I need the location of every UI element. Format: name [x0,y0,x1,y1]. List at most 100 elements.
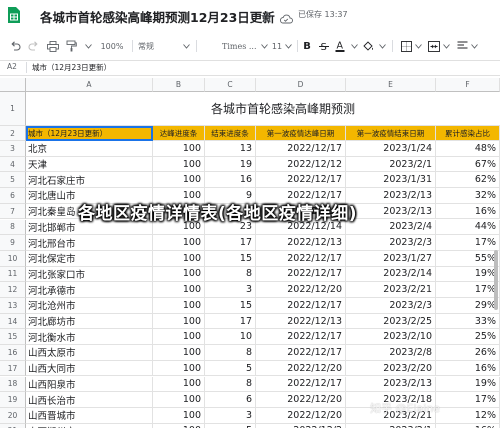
city-cell[interactable]: 山西朔州市 [26,423,153,428]
data-cell[interactable]: 100 [153,141,205,157]
data-cell[interactable]: 2023/2/21 [346,282,436,298]
city-cell[interactable]: 河北承德市 [26,282,153,298]
data-cell[interactable]: 12% [436,407,500,424]
header-cell[interactable]: 达峰进度条 [153,126,205,141]
data-cell[interactable]: 17% [436,235,500,251]
align-icon[interactable] [456,38,468,54]
row-header[interactable]: 20 [0,407,26,424]
row-header[interactable]: 17 [0,360,26,377]
row-header[interactable]: 19 [0,392,26,408]
data-cell[interactable]: 2023/2/13 [346,188,436,204]
data-cell[interactable]: 2023/2/25 [346,313,436,330]
zoom-select[interactable]: 100% [97,38,127,54]
city-cell[interactable]: 河北邢台市 [26,235,153,251]
city-cell[interactable]: 山西长治市 [26,392,153,408]
row-header[interactable]: 5 [0,172,26,189]
column-header-d[interactable]: D [256,78,346,92]
row-header[interactable]: 4 [0,156,26,173]
data-cell[interactable]: 2023/2/14 [346,266,436,283]
data-cell[interactable]: 2023/1/31 [346,172,436,189]
data-cell[interactable]: 19% [436,266,500,283]
data-cell[interactable]: 13 [205,141,256,157]
data-cell[interactable]: 55% [436,250,500,267]
data-cell[interactable]: 5 [205,423,256,428]
row-header[interactable]: 7 [0,203,26,220]
column-header-c[interactable]: C [205,78,256,92]
data-cell[interactable]: 16% [436,423,500,428]
data-cell[interactable]: 26% [436,345,500,361]
city-cell[interactable]: 河北廊坊市 [26,313,153,330]
data-cell[interactable]: 100 [153,360,205,377]
row-header[interactable]: 14 [0,313,26,330]
data-cell[interactable]: 5 [205,360,256,377]
data-cell[interactable]: 2023/2/13 [346,203,436,220]
city-cell[interactable]: 山西阳泉市 [26,376,153,393]
star-icon[interactable] [260,8,274,23]
data-cell[interactable]: 2023/2/13 [346,376,436,393]
sheet-title-cell[interactable]: 各城市首轮感染高峰期预测 [26,92,500,126]
data-cell[interactable]: 2023/2/1 [346,423,436,428]
data-cell[interactable]: 2022/12/12 [256,156,346,173]
strike-icon[interactable]: S [318,38,330,54]
data-cell[interactable]: 15 [205,298,256,314]
chevron-down-icon[interactable] [84,38,92,54]
city-cell[interactable]: 河北保定市 [26,250,153,267]
data-cell[interactable]: 3 [205,282,256,298]
header-cell[interactable]: 城市（12月23日更新） [26,126,153,141]
city-cell[interactable]: 河北石家庄市 [26,172,153,189]
row-header[interactable]: 2 [0,126,26,141]
city-cell[interactable]: 河北沧州市 [26,298,153,314]
data-cell[interactable]: 2022/12/20 [256,407,346,424]
data-cell[interactable]: 100 [153,423,205,428]
data-cell[interactable]: 44% [436,219,500,236]
data-cell[interactable]: 2023/1/24 [346,141,436,157]
data-cell[interactable]: 17 [205,313,256,330]
data-cell[interactable]: 100 [153,266,205,283]
border-chevron-icon[interactable] [414,38,422,54]
data-cell[interactable]: 2023/2/1 [346,156,436,173]
data-cell[interactable]: 8 [205,376,256,393]
row-header[interactable]: 6 [0,188,26,204]
city-cell[interactable]: 山西大同市 [26,360,153,377]
data-cell[interactable]: 100 [153,298,205,314]
header-cell[interactable]: 累计感染占比 [436,126,500,141]
data-cell[interactable]: 100 [153,156,205,173]
row-header[interactable]: 3 [0,141,26,157]
data-cell[interactable]: 2022/12/17 [256,329,346,346]
spreadsheet-grid[interactable]: A B C D E F 1 各城市首轮感染高峰期预测 2 城市（12月23日更新） 达峰进度条 结束进… [0,78,500,428]
city-cell[interactable]: 山西太原市 [26,345,153,361]
city-cell[interactable]: 河北衡水市 [26,329,153,346]
style-select[interactable]: 常规 [138,38,178,54]
paint-format-icon[interactable] [64,38,78,54]
data-cell[interactable]: 62% [436,172,500,189]
row-header[interactable]: 10 [0,250,26,267]
text-color-chevron-icon[interactable] [350,38,358,54]
data-cell[interactable]: 15 [205,250,256,267]
city-cell[interactable]: 山西晋城市 [26,407,153,424]
row-header[interactable]: 16 [0,345,26,361]
data-cell[interactable]: 100 [153,407,205,424]
data-cell[interactable]: 100 [153,250,205,267]
data-cell[interactable]: 2022/12/17 [256,172,346,189]
data-cell[interactable]: 100 [153,313,205,330]
document-title[interactable]: 各城市首轮感染高峰期预测12月23日更新 [40,7,275,26]
vertical-scrollbar[interactable] [494,250,498,310]
data-cell[interactable]: 48% [436,141,500,157]
data-cell[interactable]: 17% [436,392,500,408]
data-cell[interactable]: 8 [205,266,256,283]
data-cell[interactable]: 67% [436,156,500,173]
size-chevron-icon[interactable] [284,38,292,54]
city-cell[interactable]: 天津 [26,156,153,173]
data-cell[interactable]: 2022/12/17 [256,345,346,361]
row-header[interactable]: 12 [0,282,26,298]
merge-icon[interactable] [428,38,440,54]
row-header[interactable]: 13 [0,298,26,314]
data-cell[interactable]: 2023/2/8 [346,345,436,361]
data-cell[interactable]: 2022/12/13 [256,313,346,330]
data-cell[interactable]: 2023/1/27 [346,250,436,267]
row-header[interactable]: 1 [0,92,26,126]
font-chevron-icon[interactable] [260,38,268,54]
column-header-a[interactable]: A [26,78,153,92]
row-header[interactable]: 11 [0,266,26,283]
bold-icon[interactable]: B [301,38,313,54]
